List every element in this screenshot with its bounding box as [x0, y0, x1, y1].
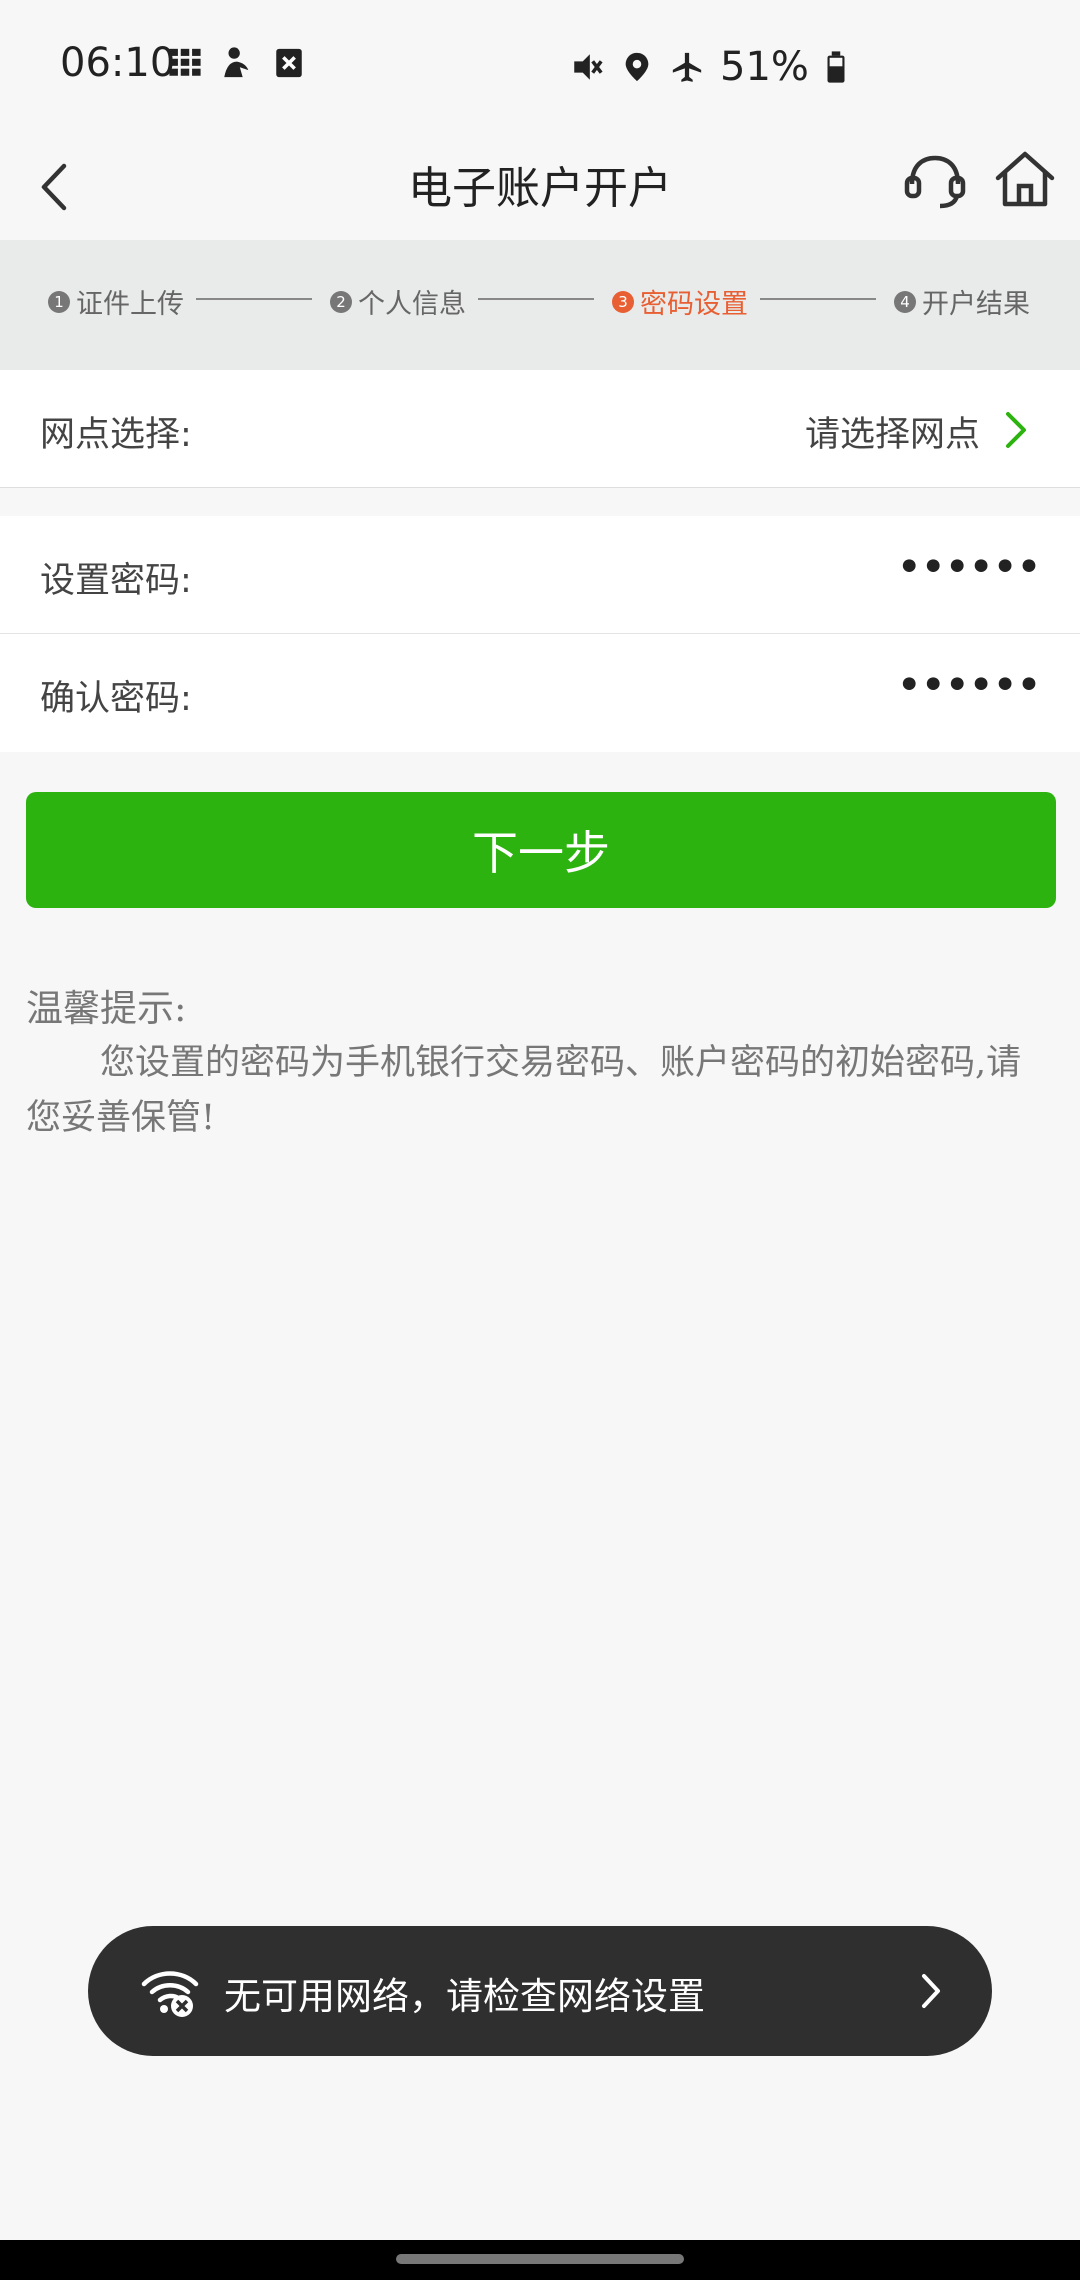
progress-steps: 1 证件上传 2 个人信息 3 密码设置 4 开户结果 — [0, 240, 1080, 370]
person-icon — [224, 47, 249, 78]
step-number: 4 — [894, 290, 916, 313]
status-time: 06:10 — [60, 40, 176, 86]
password-input[interactable]: •••••• — [896, 542, 1042, 593]
step-4: 4 开户结果 — [894, 282, 1030, 321]
step-2: 2 个人信息 — [330, 282, 466, 321]
step-divider — [196, 298, 312, 300]
branch-select-row[interactable]: 网点选择: 请选择网点 — [0, 370, 1080, 488]
branch-placeholder[interactable]: 请选择网点 — [805, 406, 980, 457]
grid-icon — [169, 48, 201, 76]
home-indicator[interactable] — [396, 2254, 684, 2264]
status-bar: 06:10 51% — [0, 0, 1080, 130]
tips-body: 您设置的密码为手机银行交易密码、账户密码的初始密码,请您妥善保管! — [26, 1043, 1022, 1138]
confirm-password-label: 确认密码: — [40, 679, 192, 719]
headset-icon[interactable] — [900, 146, 970, 216]
close-box-icon — [276, 48, 302, 78]
tips-title: 温馨提示: — [26, 987, 187, 1030]
step-label: 开户结果 — [922, 289, 1030, 320]
confirm-password-row[interactable]: 确认密码: •••••• — [0, 634, 1080, 752]
toast-message: 无可用网络，请检查网络设置 — [224, 1975, 705, 2018]
step-1: 1 证件上传 — [48, 282, 184, 321]
step-3: 3 密码设置 — [612, 282, 748, 321]
wifi-off-icon — [141, 1971, 199, 2017]
chevron-right-icon — [1006, 412, 1026, 448]
confirm-password-input[interactable]: •••••• — [896, 660, 1042, 711]
password-row[interactable]: 设置密码: •••••• — [0, 516, 1080, 634]
battery-percent: 51% — [720, 44, 809, 90]
vibrate-mute-icon — [574, 54, 603, 80]
airplane-icon — [672, 52, 702, 82]
header-bar: 电子账户开户 — [0, 130, 1080, 240]
battery-icon — [827, 51, 845, 83]
step-label: 证件上传 — [76, 289, 184, 320]
step-label: 个人信息 — [358, 289, 466, 320]
step-number: 2 — [330, 290, 352, 313]
network-toast[interactable]: 无可用网络，请检查网络设置 — [88, 1926, 992, 2056]
next-step-button[interactable]: 下一步 — [26, 792, 1056, 908]
back-arrow-icon[interactable] — [20, 150, 90, 220]
step-number: 1 — [48, 290, 70, 313]
home-icon[interactable] — [990, 144, 1060, 214]
step-divider — [760, 298, 876, 300]
chevron-right-icon — [922, 1974, 940, 2008]
step-divider — [478, 298, 594, 300]
system-nav-bar — [0, 2240, 1080, 2280]
step-label: 密码设置 — [640, 289, 748, 320]
step-number: 3 — [612, 290, 634, 313]
branch-label: 网点选择: — [40, 415, 192, 455]
location-icon — [625, 52, 649, 82]
password-label: 设置密码: — [40, 561, 192, 601]
